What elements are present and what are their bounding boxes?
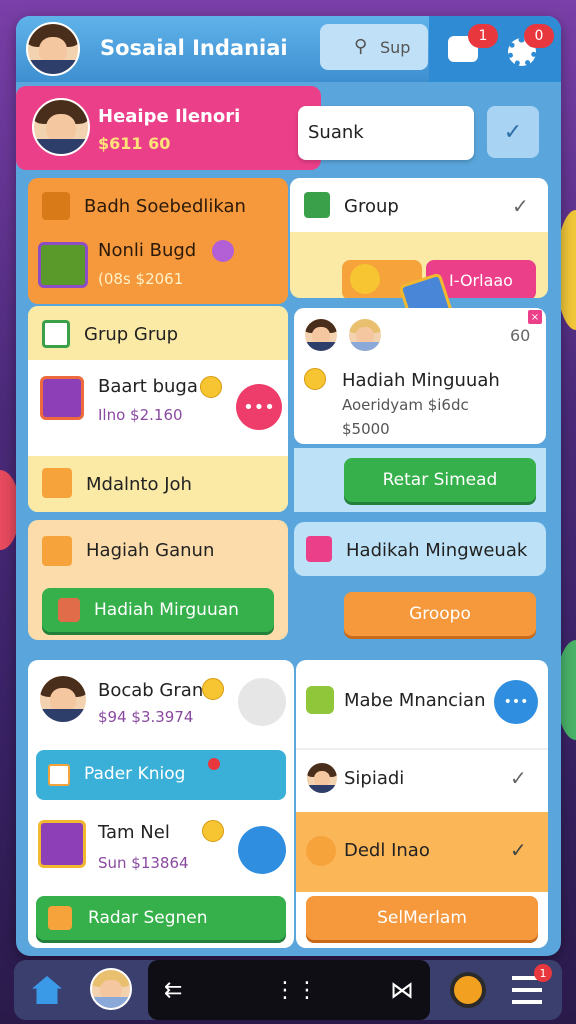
row3[interactable]: Dedl Inao ✓ bbox=[296, 812, 548, 892]
bottom-left-panel: Bocab Gran $94 $3.3974 Pader Kniog Tam N… bbox=[28, 660, 294, 948]
more-button[interactable]: ••• bbox=[494, 680, 538, 724]
list-icon bbox=[304, 192, 330, 218]
hadiah-gangun-button-label: Hadiah Mirguuan bbox=[94, 600, 239, 620]
bottom-right-panel: Mabe Mnancian ••• Sipiadi ✓ Dedl Inao ✓ … bbox=[296, 660, 548, 948]
app-window: Sosaial Indaniai ⚲ Sup 1 0 Heaipe Ilenor… bbox=[16, 16, 561, 956]
gift-box-icon bbox=[40, 376, 84, 420]
hadikah-button[interactable]: Groopo bbox=[344, 592, 536, 636]
action-button[interactable] bbox=[238, 826, 286, 874]
profile-avatar bbox=[32, 98, 90, 156]
hadiah-title: Hadiah Minguuah bbox=[342, 370, 500, 391]
orange-item-price: (08s $2061 bbox=[98, 270, 184, 288]
search-input[interactable]: Suank bbox=[298, 106, 474, 160]
frog-icon bbox=[306, 686, 334, 714]
profile-amount: $611 60 bbox=[98, 134, 171, 153]
star-icon bbox=[306, 536, 332, 562]
home-icon bbox=[42, 320, 70, 348]
back-icon[interactable]: ⇇ bbox=[164, 978, 182, 1003]
profile-card[interactable]: Heaipe Ilenori $611 60 bbox=[16, 86, 321, 170]
search-button[interactable]: ⚲ Sup bbox=[320, 24, 428, 70]
hadiah-card: 60 × Hadiah Minguuah Aoeridyam $i6dc $50… bbox=[294, 308, 546, 444]
grid-icon[interactable]: ⋮⋮ bbox=[274, 978, 318, 1003]
bowtie-icon[interactable]: ⋈ bbox=[390, 976, 414, 1004]
smile-icon bbox=[202, 678, 224, 700]
smile-icon bbox=[200, 376, 222, 398]
smile-icon bbox=[306, 836, 336, 866]
app-title: Sosaial Indaniai bbox=[100, 36, 288, 60]
row3-name: Tam Nel bbox=[98, 822, 170, 843]
user-avatar[interactable] bbox=[26, 22, 80, 76]
search-label: Sup bbox=[380, 38, 411, 57]
confirm-button[interactable]: ✓ bbox=[487, 106, 539, 158]
hadiah-gangun-title: Hagiah Ganun bbox=[86, 540, 215, 561]
like-button[interactable] bbox=[238, 678, 286, 726]
bottom-left-button[interactable]: Radar Segnen bbox=[36, 896, 286, 940]
search-icon: ⚲ bbox=[354, 36, 368, 57]
gift-box-icon bbox=[38, 242, 88, 288]
hadiah-gangun-button[interactable]: Hadiah Mirguuan bbox=[42, 588, 274, 632]
user-avatar bbox=[306, 762, 338, 794]
gift-box-icon bbox=[38, 820, 86, 868]
hadiah-count: 60 bbox=[510, 326, 531, 345]
row1-name: Bocab Gran bbox=[98, 680, 204, 701]
user-avatar bbox=[348, 318, 382, 352]
grup-panel: Grup Grup Baart buga Ilno $2.160 ••• Mda… bbox=[28, 306, 288, 512]
row2-name: Sipiadi bbox=[344, 768, 405, 789]
bottle-icon bbox=[58, 598, 80, 622]
profile-avatar[interactable] bbox=[90, 968, 132, 1010]
hadikah-title: Hadikah Mingweuak bbox=[346, 540, 528, 561]
swap-icon bbox=[48, 906, 72, 930]
profile-name: Heaipe Ilenori bbox=[98, 106, 241, 127]
orange-item-name: Nonli Bugd bbox=[98, 240, 197, 261]
purple-heart-icon bbox=[212, 240, 234, 262]
smile-icon bbox=[304, 368, 326, 390]
bottom-right-button[interactable]: SelMerlam bbox=[306, 896, 538, 940]
row2-label: Pader Kniog bbox=[84, 764, 186, 784]
hadiah-line2: $5000 bbox=[342, 420, 390, 438]
check-icon[interactable]: ✓ bbox=[512, 194, 529, 218]
home-icon[interactable] bbox=[32, 976, 62, 1004]
grup-footer-label: Mdalnto Joh bbox=[86, 474, 192, 495]
bottom-nav: ⇇ ⋮⋮ ⋈ 1 bbox=[14, 960, 562, 1020]
orange-panel: Badh Soebedlikan Nonli Bugd (08s $2061 bbox=[28, 178, 288, 304]
search-icon[interactable] bbox=[450, 972, 486, 1008]
hadiah-line1: Aoeridyam $i6dc bbox=[342, 396, 469, 414]
nav-badge: 1 bbox=[534, 964, 552, 982]
grup-item-price: Ilno $2.160 bbox=[98, 406, 183, 424]
close-badge[interactable]: × bbox=[528, 310, 542, 324]
row2[interactable]: Pader Kniog bbox=[36, 750, 286, 800]
grup-item-name: Baart buga bbox=[98, 376, 198, 397]
notification-badge: 1 bbox=[468, 24, 498, 48]
hadiah-gangun-panel: Hagiah Ganun Hadiah Mirguuan bbox=[28, 520, 288, 640]
check-icon: ✓ bbox=[503, 119, 523, 145]
share-button[interactable]: ••• bbox=[236, 384, 282, 430]
document-icon bbox=[48, 764, 70, 786]
nav-center: ⇇ ⋮⋮ ⋈ bbox=[148, 960, 430, 1020]
check-icon[interactable]: ✓ bbox=[510, 766, 527, 790]
check-icon: ✓ bbox=[510, 838, 527, 862]
user-avatar bbox=[38, 674, 88, 724]
group-title: Group bbox=[344, 196, 399, 217]
box-icon bbox=[42, 192, 70, 220]
swap-icon bbox=[42, 468, 72, 498]
retar-button[interactable]: Retar Simead bbox=[344, 458, 536, 502]
orange-panel-title: Badh Soebedlikan bbox=[84, 196, 246, 217]
smile-icon bbox=[202, 820, 224, 842]
grup-title: Grup Grup bbox=[84, 324, 179, 345]
row3-price: Sun $13864 bbox=[98, 854, 189, 872]
user-avatar bbox=[304, 318, 338, 352]
row3-name: Dedl Inao bbox=[344, 840, 430, 861]
bottom-left-button-label: Radar Segnen bbox=[88, 908, 208, 928]
row1-name: Mabe Mnancian bbox=[344, 690, 486, 711]
header-bar: Sosaial Indaniai ⚲ Sup 1 0 bbox=[16, 16, 561, 82]
swap-icon bbox=[42, 536, 72, 566]
notification-dot bbox=[208, 758, 220, 770]
settings-badge: 0 bbox=[524, 24, 554, 48]
smile-icon bbox=[350, 264, 380, 294]
row1-price: $94 $3.3974 bbox=[98, 708, 194, 726]
hadikah-panel: Hadikah Mingweuak Groopo bbox=[294, 522, 546, 640]
divider bbox=[296, 748, 548, 750]
